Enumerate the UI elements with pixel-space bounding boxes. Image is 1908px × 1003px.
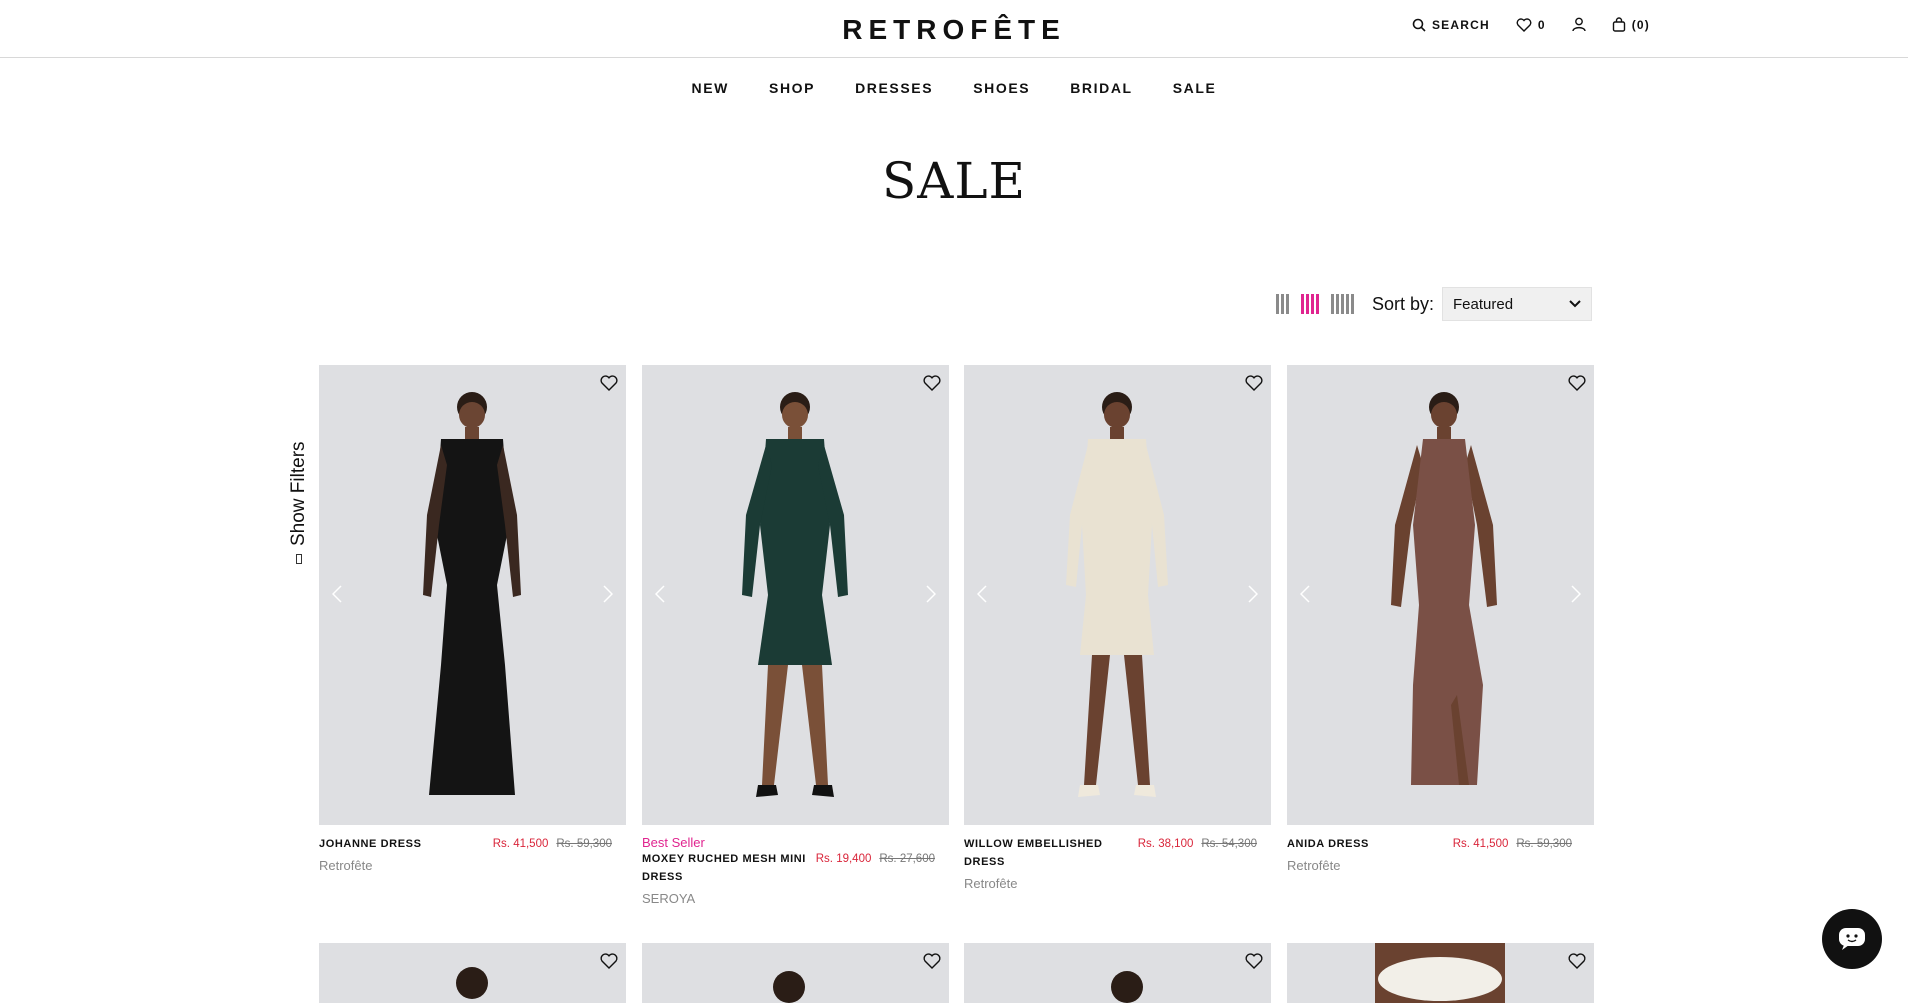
next-image-arrow-icon[interactable] <box>596 581 620 607</box>
original-price: Rs. 59,300 <box>556 838 612 850</box>
product-image[interactable] <box>964 943 1271 1003</box>
sale-price: Rs. 41,500 <box>492 838 549 850</box>
grid-switcher <box>1275 294 1354 314</box>
original-price: Rs. 27,600 <box>879 853 935 865</box>
nav-item-bridal[interactable]: BRIDAL <box>1070 80 1132 96</box>
product-photo <box>423 392 521 795</box>
sort-value: Featured <box>1453 295 1514 313</box>
prev-image-arrow-icon[interactable] <box>325 581 349 607</box>
product-brand: SEROYA <box>642 891 696 906</box>
product-brand: Retrofête <box>964 876 1018 891</box>
product-image[interactable] <box>642 365 949 825</box>
wishlist-heart-icon[interactable] <box>923 953 941 974</box>
product-brand: Retrofête <box>319 858 373 873</box>
product-photo <box>742 392 848 797</box>
product-photo <box>1391 392 1497 785</box>
product-card[interactable]: Rs. 41,500 Rs. 59,300 JOHANNE DRESS Retro… <box>319 365 626 875</box>
prev-image-arrow-icon[interactable] <box>970 581 994 607</box>
sort-select[interactable]: Featured <box>1442 287 1592 321</box>
page-title: SALE <box>881 152 1027 210</box>
product-name[interactable]: WILLOW EMBELLISHED DRESS <box>964 835 1109 871</box>
chevron-down-icon <box>1569 300 1581 308</box>
cart-button[interactable]: (0) <box>1612 17 1650 32</box>
search-button[interactable]: SEARCH <box>1412 18 1490 32</box>
product-image[interactable] <box>319 943 626 1003</box>
wishlist-heart-icon[interactable] <box>1568 953 1586 974</box>
product-info: Rs. 38,100 Rs. 54,300 WILLOW EMBELLISHED … <box>964 835 1271 893</box>
next-image-arrow-icon[interactable] <box>1564 581 1588 607</box>
original-price: Rs. 54,300 <box>1201 838 1257 850</box>
product-photo <box>1111 971 1143 1003</box>
grid-3-columns-icon[interactable] <box>1275 294 1289 314</box>
collection-toolbar: Sort by: Featured <box>1275 287 1592 321</box>
best-seller-badge: Best Seller <box>642 835 705 850</box>
sort-label: Sort by: <box>1371 293 1434 314</box>
product-photo <box>773 971 805 1003</box>
product-card[interactable]: Rs. 38,100 Rs. 54,300 WILLOW EMBELLISHED … <box>964 365 1271 893</box>
sale-price: Rs. 19,400 <box>815 853 872 865</box>
wishlist-heart-icon[interactable] <box>1245 953 1263 974</box>
product-photo <box>1375 943 1505 1003</box>
wishlist-heart-icon[interactable] <box>600 953 618 974</box>
chat-icon <box>1839 928 1865 950</box>
product-info: Best Seller Rs. 19,400 Rs. 27,600 MOXEY R… <box>642 835 949 908</box>
top-bar: RETROFÊTE SEARCH 0 (0) <box>0 0 1908 58</box>
filter-icon <box>296 554 302 564</box>
prev-image-arrow-icon[interactable] <box>648 581 672 607</box>
product-card[interactable]: Best Seller Rs. 19,400 Rs. 27,600 MOXEY R… <box>642 365 949 908</box>
product-image[interactable] <box>1287 365 1594 825</box>
prev-image-arrow-icon[interactable] <box>1293 581 1317 607</box>
sale-price: Rs. 41,500 <box>1452 838 1509 850</box>
nav-item-new[interactable]: NEW <box>692 80 729 96</box>
product-image[interactable] <box>1287 943 1594 1003</box>
chat-launcher-button[interactable] <box>1822 909 1882 969</box>
product-name[interactable]: ANIDA DRESS <box>1287 835 1437 853</box>
user-icon <box>1572 17 1586 32</box>
main-nav: NEW SHOP DRESSES SHOES BRIDAL SALE <box>0 80 1908 96</box>
cart-count: (0) <box>1631 17 1650 32</box>
product-card[interactable]: Rs. 41,500 Rs. 59,300 ANIDA DRESS Retrofê… <box>1287 365 1594 875</box>
product-name[interactable]: MOXEY RUCHED MESH MINI DRESS <box>642 850 812 886</box>
product-photo <box>456 967 488 999</box>
next-image-arrow-icon[interactable] <box>919 581 943 607</box>
wishlist-button[interactable]: 0 <box>1516 18 1546 32</box>
product-info: Rs. 41,500 Rs. 59,300 ANIDA DRESS Retrofê… <box>1287 835 1594 875</box>
product-brand: Retrofête <box>1287 858 1341 873</box>
wishlist-heart-icon[interactable] <box>923 375 941 396</box>
product-name[interactable]: JOHANNE DRESS <box>319 835 469 853</box>
wishlist-heart-icon[interactable] <box>600 375 618 396</box>
sale-price: Rs. 38,100 <box>1137 838 1194 850</box>
grid-4-columns-icon[interactable] <box>1300 294 1319 314</box>
wishlist-heart-icon[interactable] <box>1245 375 1263 396</box>
search-icon <box>1412 18 1426 32</box>
grid-5-columns-icon[interactable] <box>1330 294 1354 314</box>
nav-item-sale[interactable]: SALE <box>1173 80 1217 96</box>
product-image[interactable] <box>319 365 626 825</box>
nav-item-shoes[interactable]: SHOES <box>973 80 1030 96</box>
product-photo <box>1066 392 1168 797</box>
account-button[interactable] <box>1572 17 1586 32</box>
wishlist-heart-icon[interactable] <box>1568 375 1586 396</box>
search-label: SEARCH <box>1431 17 1490 32</box>
product-image[interactable] <box>642 943 949 1003</box>
heart-icon <box>1516 17 1532 32</box>
nav-item-dresses[interactable]: DRESSES <box>855 80 933 96</box>
next-image-arrow-icon[interactable] <box>1241 581 1265 607</box>
product-info: Rs. 41,500 Rs. 59,300 JOHANNE DRESS Retro… <box>319 835 626 875</box>
nav-item-shop[interactable]: SHOP <box>769 80 815 96</box>
logo[interactable]: RETROFÊTE <box>842 14 1066 45</box>
original-price: Rs. 59,300 <box>1516 838 1572 850</box>
header-utilities: SEARCH 0 (0) <box>1412 17 1650 32</box>
show-filters-button[interactable]: Show Filters <box>278 440 318 570</box>
bag-icon <box>1612 17 1625 32</box>
product-image[interactable] <box>964 365 1271 825</box>
show-filters-label: Show Filters <box>288 441 309 546</box>
wishlist-count: 0 <box>1537 17 1546 32</box>
